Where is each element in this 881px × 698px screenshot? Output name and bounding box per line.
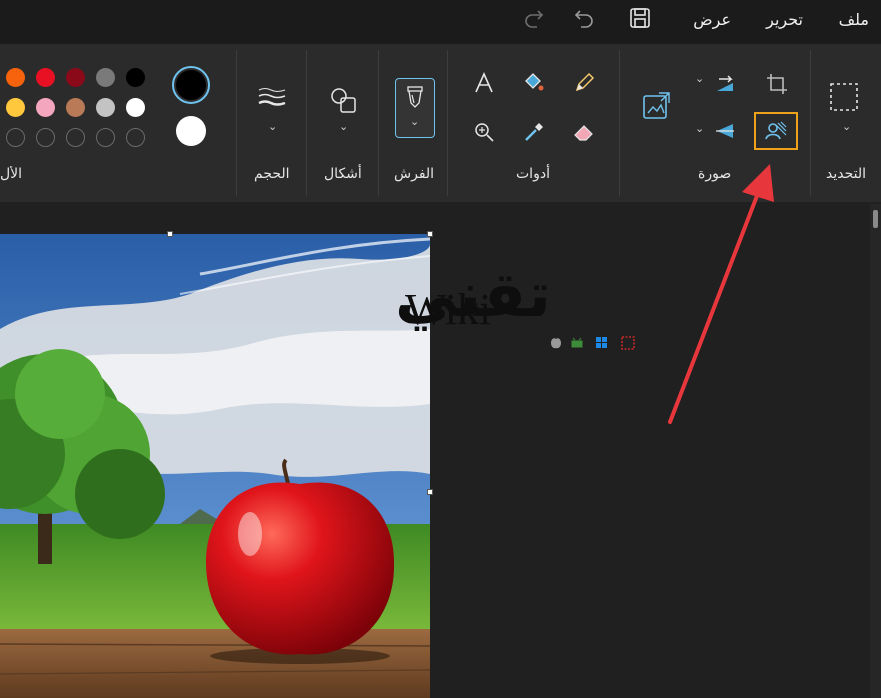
custom-color-slot[interactable] [66,128,85,147]
separator [236,50,237,196]
menu-edit[interactable]: تحرير [766,10,803,29]
resize-image-icon[interactable] [638,90,672,124]
chevron-down-icon[interactable]: ⌄ [339,120,348,133]
color-swatch[interactable] [126,98,145,117]
undo-icon[interactable] [572,6,596,30]
resize-handle-right[interactable] [427,489,433,495]
brush-button[interactable]: ⌄ [395,78,435,138]
apple-photo [0,234,430,698]
custom-color-slot[interactable] [6,128,25,147]
custom-color-slot[interactable] [126,128,145,147]
shapes-icon[interactable] [329,86,359,118]
menu-bar: ملف تحرير عرض [0,0,881,44]
secondary-color-swatch[interactable] [176,116,206,146]
menu-file[interactable]: ملف [839,10,869,29]
separator [378,50,379,196]
chevron-down-icon[interactable]: ⌄ [842,120,851,133]
color-swatch[interactable] [126,68,145,87]
chevron-down-icon[interactable]: ⌄ [268,120,277,133]
group-label-shapes: أشكال [324,166,362,182]
color-swatch[interactable] [66,68,85,87]
vertical-scrollbar[interactable] [870,204,881,698]
flip-icon[interactable] [708,114,742,148]
color-picker-icon[interactable] [517,115,551,149]
canvas-image[interactable] [0,234,430,698]
separator [810,50,811,196]
watermark-latin: Wiki [405,285,492,334]
remove-background-button[interactable] [754,112,798,150]
rotate-icon[interactable] [708,67,742,101]
color-swatch[interactable] [36,68,55,87]
color-swatch[interactable] [6,68,25,87]
text-icon[interactable] [467,66,501,100]
brush-icon [406,85,424,113]
chevron-down-icon[interactable]: ⌄ [695,72,704,85]
magnifier-icon[interactable] [467,115,501,149]
fill-bucket-icon[interactable] [517,66,551,100]
selection-rectangle-icon[interactable] [829,82,859,116]
custom-color-slot[interactable] [36,128,55,147]
primary-color-swatch [176,70,206,100]
color-swatch[interactable] [66,98,85,117]
color-swatch[interactable] [6,98,25,117]
watermark-os-icons [550,335,636,354]
save-icon[interactable] [628,6,652,30]
color-swatch[interactable] [36,98,55,117]
group-label-selection: التحديد [826,166,867,182]
remove-background-icon [765,121,787,140]
scrollbar-thumb[interactable] [873,210,878,228]
group-label-brushes: الفرش [394,166,435,182]
resize-handle-top[interactable] [167,231,173,237]
separator [619,50,620,196]
annotation-arrow [668,164,774,424]
chevron-down-icon: ⌄ [410,115,420,128]
color-swatch[interactable] [96,68,115,87]
crop-icon[interactable] [760,67,794,101]
eraser-icon[interactable] [567,115,601,149]
group-label-tools: أدوات [516,166,550,182]
separator [306,50,307,196]
stroke-size-icon[interactable] [257,86,287,114]
resize-handle-top-right[interactable] [427,231,433,237]
menu-view[interactable]: عرض [693,10,731,29]
group-label-colors: الأل [0,166,22,182]
primary-color-button[interactable] [172,66,210,104]
group-label-size: الحجم [254,166,290,182]
redo-icon[interactable] [522,6,546,30]
color-swatch[interactable] [96,98,115,117]
separator [447,50,448,196]
custom-color-slot[interactable] [96,128,115,147]
pencil-icon[interactable] [567,66,601,100]
chevron-down-icon[interactable]: ⌄ [695,122,704,135]
